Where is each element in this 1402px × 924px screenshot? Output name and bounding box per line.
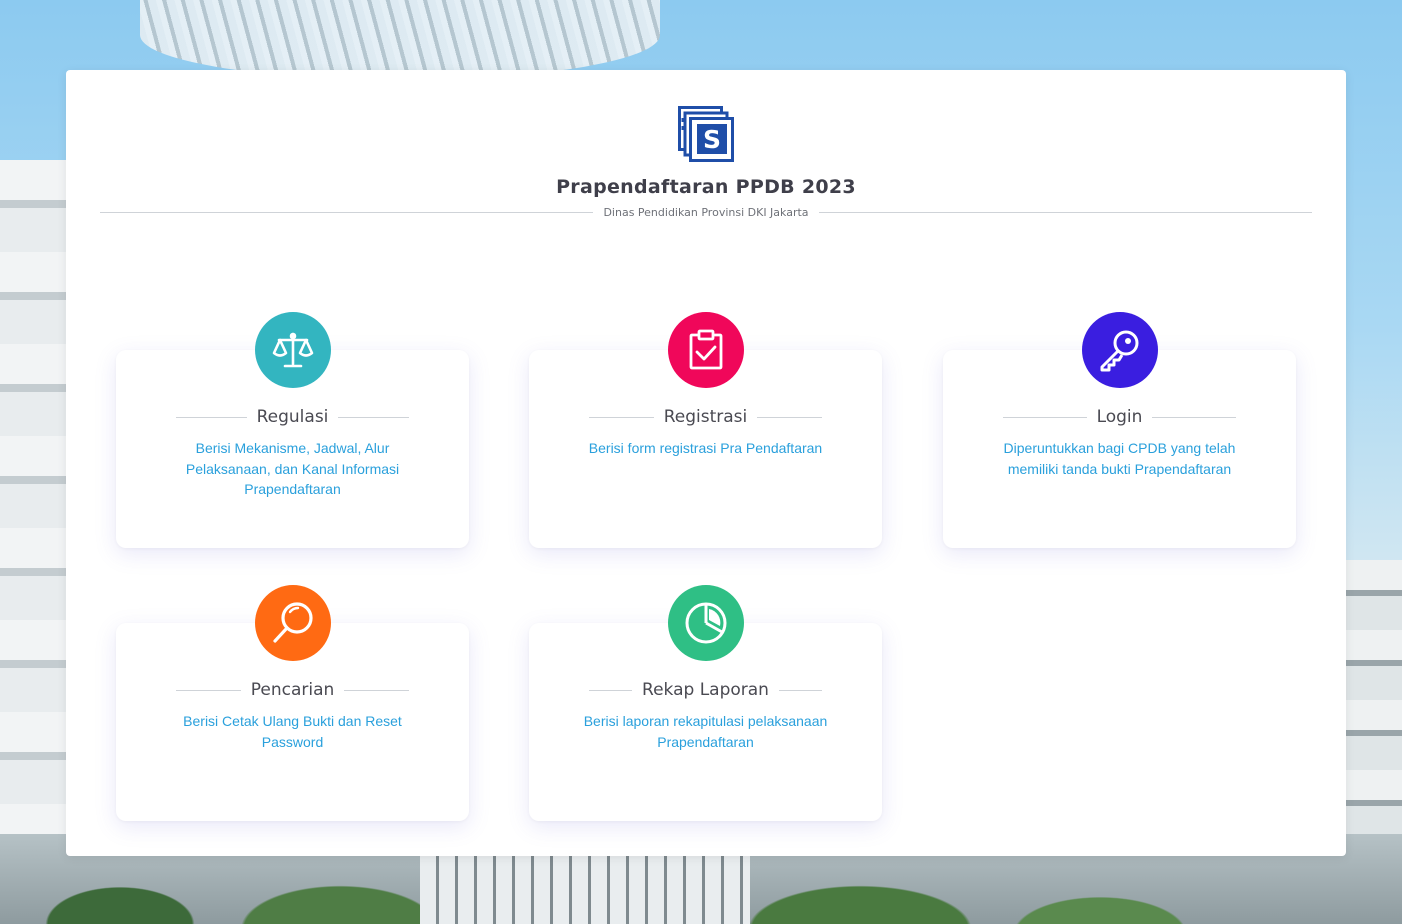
card-description-link[interactable]: Berisi Mekanisme, Jadwal, Alur Pelaksana… (166, 438, 419, 500)
divider-line (338, 416, 410, 418)
card-title: Pencarian (250, 680, 335, 700)
divider-line (757, 416, 822, 418)
divider-line (344, 689, 409, 691)
clipboard-check-icon (667, 312, 744, 388)
card-description-link[interactable]: Berisi laporan rekapitulasi pelaksanaan … (579, 711, 832, 752)
scale-balance-icon (254, 312, 331, 388)
card-title: Rekap Laporan (642, 680, 769, 700)
card-login[interactable]: Login Diperuntukkan bagi CPDB yang telah… (943, 312, 1296, 548)
card-heading-row: Registrasi (589, 405, 822, 429)
card-registrasi[interactable]: Registrasi Berisi form registrasi Pra Pe… (529, 312, 882, 548)
divider-line (818, 211, 1312, 213)
divider-line (778, 689, 822, 691)
card-heading-row: Regulasi (176, 405, 410, 429)
divider-line (100, 211, 594, 213)
card-description-link[interactable]: Diperuntukkan bagi CPDB yang telah memil… (993, 438, 1246, 479)
card-regulasi[interactable]: Regulasi Berisi Mekanisme, Jadwal, Alur … (116, 312, 469, 548)
divider-line (1152, 416, 1236, 418)
background-building-left (0, 160, 70, 860)
card-heading-row: Rekap Laporan (589, 678, 822, 702)
background-tower-crown (140, 0, 660, 80)
page-title: Prapendaftaran PPDB 2023 (556, 176, 856, 198)
card-description-link[interactable]: Berisi form registrasi Pra Pendaftaran (579, 438, 832, 459)
card-pencarian[interactable]: Pencarian Berisi Cetak Ulang Bukti dan R… (116, 585, 469, 821)
divider-line (176, 416, 247, 418)
search-icon (254, 585, 331, 661)
background-building-bottom (420, 854, 750, 924)
subtitle-row: Dinas Pendidikan Provinsi DKI Jakarta (100, 204, 1312, 220)
card-rekap-laporan[interactable]: Rekap Laporan Berisi laporan rekapitulas… (529, 585, 882, 821)
divider-line (589, 416, 654, 418)
main-panel: S Prapendaftaran PPDB 2023 Dinas Pendidi… (66, 70, 1346, 856)
card-heading-row: Login (1003, 405, 1236, 429)
svg-text:S: S (703, 125, 721, 154)
card-heading-row: Pencarian (176, 678, 409, 702)
divider-line (1003, 416, 1087, 418)
ppdb-logo-s-icon: S (678, 106, 734, 162)
key-icon (1081, 312, 1158, 388)
card-title: Login (1096, 407, 1143, 427)
card-title: Registrasi (663, 407, 748, 427)
card-description-link[interactable]: Berisi Cetak Ulang Bukti dan Reset Passw… (166, 711, 419, 752)
card-title: Regulasi (256, 407, 329, 427)
divider-line (176, 689, 241, 691)
pie-chart-icon (667, 585, 744, 661)
divider-line (589, 689, 633, 691)
page-subtitle: Dinas Pendidikan Provinsi DKI Jakarta (603, 205, 809, 219)
